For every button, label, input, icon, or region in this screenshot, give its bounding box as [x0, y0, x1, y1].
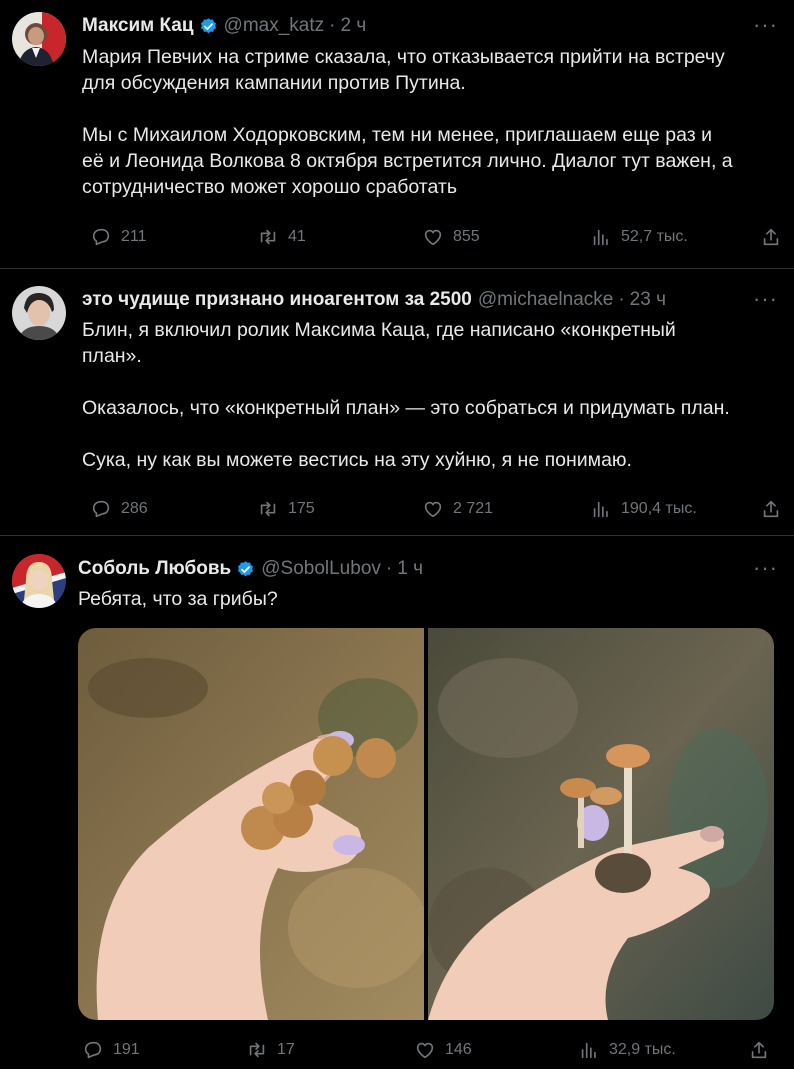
verified-badge-icon [238, 560, 254, 576]
tweet-actions: 191 17 146 32,9 тыс. [82, 1038, 782, 1062]
view-count: 190,4 тыс. [621, 500, 697, 517]
reply-button[interactable]: 191 [82, 1038, 140, 1062]
view-count: 52,7 тыс. [621, 228, 688, 245]
share-icon [763, 500, 779, 518]
reply-count: 286 [121, 500, 148, 517]
views-button[interactable]: 52,7 тыс. [590, 225, 688, 249]
share-button[interactable] [748, 1038, 779, 1062]
tweet-time[interactable]: 23 ч [630, 289, 666, 311]
tweet-header: это чудище признано иноагентом за 2500 @… [82, 287, 666, 313]
author-name[interactable]: Максим Кац [82, 15, 194, 37]
more-icon[interactable]: ··· [753, 555, 778, 581]
tweet-text: Мария Певчих на стриме сказала, что отка… [82, 46, 733, 198]
author-handle[interactable]: @michaelnacke [478, 289, 613, 311]
tweet-header: Максим Кац @max_katz · 2 ч [82, 13, 366, 39]
tweet-max-katz[interactable]: Максим Кац @max_katz · 2 ч ··· Мария Пев… [0, 0, 794, 268]
share-button[interactable] [760, 225, 791, 249]
like-button[interactable]: 146 [414, 1038, 472, 1062]
reply-button[interactable]: 211 [90, 225, 147, 249]
share-button[interactable] [760, 497, 791, 521]
tweet-text: Блин, я включил ролик Максима Каца, где … [82, 319, 730, 471]
retweet-count: 41 [288, 228, 306, 245]
reply-icon [92, 500, 110, 518]
reply-icon [92, 228, 110, 246]
like-count: 2 721 [453, 500, 494, 517]
separator-dot: · [618, 289, 625, 310]
tweet-time[interactable]: 2 ч [340, 15, 366, 37]
retweet-button[interactable]: 41 [257, 225, 306, 249]
avatar-michaelnacke[interactable] [12, 286, 66, 340]
views-icon [593, 229, 608, 246]
tweet-text: Ребята, что за грибы? [78, 588, 278, 610]
retweet-icon [249, 1042, 265, 1058]
reply-icon [84, 1041, 102, 1059]
author-handle[interactable]: @max_katz [224, 15, 325, 37]
view-count: 32,9 тыс. [609, 1041, 676, 1058]
tweet-header: Соболь Любовь @SobolLubov · 1 ч [78, 556, 423, 582]
like-button[interactable]: 2 721 [422, 497, 493, 521]
avatar-max-katz[interactable] [12, 12, 66, 66]
like-button[interactable]: 855 [422, 225, 480, 249]
reply-button[interactable]: 286 [90, 497, 148, 521]
views-button[interactable]: 190,4 тыс. [590, 497, 697, 521]
avatar-sobol-lubov[interactable] [12, 554, 66, 608]
retweet-count: 17 [277, 1041, 295, 1058]
hand-holding-mushrooms-photo-1[interactable] [78, 628, 424, 1020]
hand-holding-mushrooms-photo-2[interactable] [428, 628, 774, 1020]
like-icon [416, 1042, 434, 1059]
author-name[interactable]: Соболь Любовь [78, 558, 231, 580]
share-icon [763, 228, 779, 246]
separator-dot: · [385, 558, 393, 579]
views-button[interactable]: 32,9 тыс. [578, 1038, 676, 1062]
author-name[interactable]: это чудище признано иноагентом за 2500 [82, 289, 472, 311]
like-count: 146 [445, 1041, 472, 1058]
tweet-michaelnacke[interactable]: это чудище признано иноагентом за 2500 @… [0, 269, 794, 535]
views-icon [593, 501, 608, 518]
reply-count: 211 [121, 228, 147, 245]
like-icon [424, 501, 442, 518]
tweet-divider [0, 535, 794, 536]
photo-grid [78, 628, 774, 1020]
retweet-button[interactable]: 175 [257, 497, 315, 521]
more-icon[interactable]: ··· [753, 12, 778, 38]
reply-count: 191 [113, 1041, 140, 1058]
like-icon [424, 229, 442, 246]
views-icon [581, 1042, 596, 1059]
verified-badge-icon [200, 17, 216, 33]
tweet-time[interactable]: 1 ч [397, 558, 423, 580]
separator-dot: · [329, 15, 336, 36]
author-handle[interactable]: @SobolLubov [261, 558, 381, 580]
retweet-count: 175 [288, 500, 315, 517]
tweet-actions: 211 41 855 52,7 тыс. [82, 225, 782, 249]
like-count: 855 [453, 228, 480, 245]
retweet-button[interactable]: 17 [246, 1038, 295, 1062]
tweet-actions: 286 175 2 721 190,4 тыс. [82, 497, 782, 521]
share-icon [751, 1041, 767, 1059]
retweet-icon [260, 501, 276, 517]
retweet-icon [260, 229, 276, 245]
more-icon[interactable]: ··· [753, 286, 778, 312]
